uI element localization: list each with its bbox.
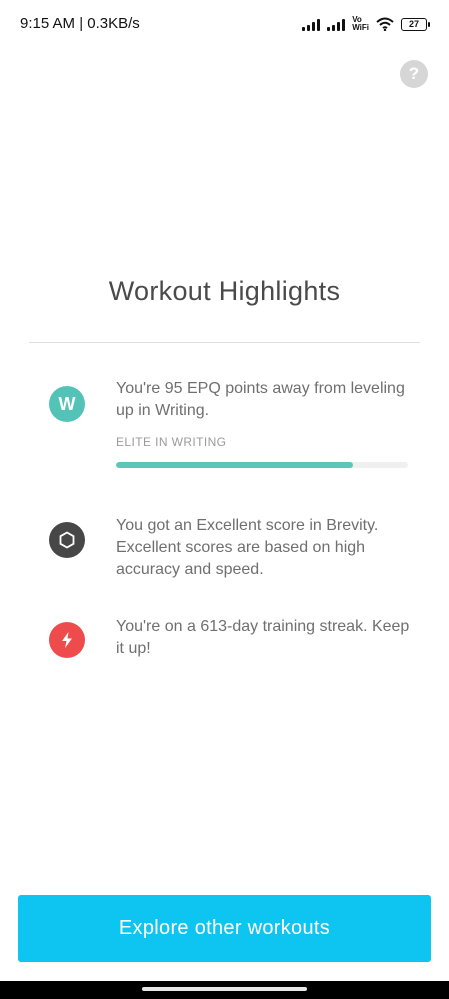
highlight-subtitle: ELITE IN WRITING bbox=[116, 435, 227, 449]
hexagon-icon-glyph bbox=[59, 531, 75, 549]
status-bar: 9:15 AM | 0.3KB/s Vo WiFi 27 bbox=[0, 0, 449, 50]
progress-bar bbox=[116, 462, 408, 468]
divider bbox=[29, 342, 420, 343]
navigation-bar bbox=[0, 981, 449, 999]
lightning-bolt-icon bbox=[49, 622, 85, 658]
status-time: 9:15 AM | 0.3KB/s bbox=[20, 15, 140, 32]
vowifi-bottom-label: WiFi bbox=[352, 23, 369, 32]
highlight-text: You're 95 EPQ points away from leveling … bbox=[116, 380, 405, 419]
signal-icon bbox=[327, 17, 346, 31]
w-letter-icon: W bbox=[49, 386, 85, 422]
wifi-icon bbox=[376, 17, 394, 31]
hexagon-icon bbox=[49, 522, 85, 558]
progress-fill bbox=[116, 462, 353, 468]
highlight-text: You got an Excellent score in Brevity. E… bbox=[116, 517, 379, 578]
help-button[interactable]: ? bbox=[400, 60, 428, 88]
home-indicator[interactable] bbox=[142, 987, 307, 991]
page-title: Workout Highlights bbox=[108, 276, 341, 306]
w-letter-label: W bbox=[58, 393, 76, 414]
highlight-text: You're on a 613-day training streak. Kee… bbox=[116, 618, 410, 657]
vowifi-icon: Vo WiFi bbox=[352, 16, 369, 32]
battery-icon: 27 bbox=[401, 17, 430, 31]
lightning-bolt-glyph bbox=[62, 632, 72, 648]
status-icons: Vo WiFi 27 bbox=[302, 14, 430, 34]
signal-icon bbox=[302, 17, 321, 31]
explore-workouts-button[interactable]: Explore other workouts bbox=[18, 895, 431, 962]
